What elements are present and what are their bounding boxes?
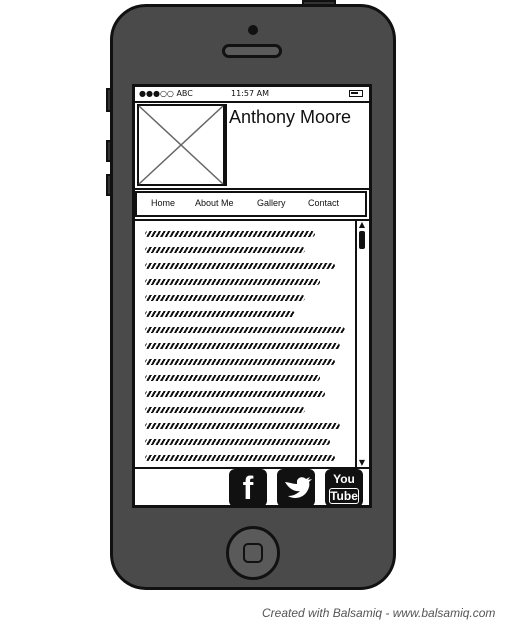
social-footer: f You Tube: [135, 467, 369, 506]
text-line: [145, 295, 305, 301]
text-line: [145, 455, 335, 461]
text-line: [145, 359, 335, 365]
text-line: [145, 343, 340, 349]
profile-header: Anthony Moore: [135, 103, 369, 190]
scroll-thumb[interactable]: [359, 231, 365, 249]
youtube-label-top: You: [333, 472, 355, 486]
text-line: [145, 231, 315, 237]
status-time: 11:57 AM: [231, 89, 269, 98]
silent-switch: [106, 88, 112, 112]
content-text-area: [135, 219, 369, 467]
battery-icon: [349, 90, 363, 97]
text-line: [145, 407, 305, 413]
text-line: [145, 327, 345, 333]
credit-text: Created with Balsamiq - www.balsamiq.com: [262, 606, 496, 620]
youtube-icon[interactable]: You Tube: [325, 469, 363, 505]
nav-bar: Home About Me Gallery Contact: [135, 191, 367, 217]
speaker-grille: [222, 44, 282, 58]
nav-item-gallery[interactable]: Gallery: [257, 198, 286, 208]
volume-down-button: [106, 174, 112, 196]
text-line: [145, 391, 325, 397]
twitter-bird-glyph: [285, 477, 312, 498]
facebook-icon[interactable]: f: [229, 469, 267, 506]
text-line: [145, 279, 320, 285]
nav-item-about-me[interactable]: About Me: [195, 198, 234, 208]
vertical-scrollbar[interactable]: ▲ ▼: [355, 221, 367, 467]
nav-item-contact[interactable]: Contact: [308, 198, 339, 208]
text-line: [145, 423, 340, 429]
nav-item-home[interactable]: Home: [151, 198, 175, 208]
text-line: [145, 263, 335, 269]
power-button: [302, 0, 336, 6]
facebook-label: f: [242, 470, 254, 506]
text-line: [145, 439, 330, 445]
phone-screen: ●●●○○ ABC 11:57 AM Anthony Moore Home Ab…: [132, 84, 372, 508]
home-square-icon: [243, 543, 263, 563]
volume-up-button: [106, 140, 112, 162]
profile-name: Anthony Moore: [229, 107, 352, 127]
camera-icon: [248, 25, 258, 35]
twitter-bird-icon[interactable]: [277, 469, 315, 505]
status-bar: ●●●○○ ABC 11:57 AM: [135, 87, 369, 103]
scroll-up-icon[interactable]: ▲: [358, 221, 366, 229]
text-line: [145, 311, 295, 317]
youtube-label-bottom: Tube: [329, 488, 359, 504]
scroll-down-icon[interactable]: ▼: [358, 459, 366, 467]
home-button[interactable]: [226, 526, 280, 580]
text-line: [145, 375, 320, 381]
text-line: [145, 247, 305, 253]
carrier-signal: ●●●○○ ABC: [139, 89, 193, 98]
image-placeholder-icon: [137, 104, 227, 186]
